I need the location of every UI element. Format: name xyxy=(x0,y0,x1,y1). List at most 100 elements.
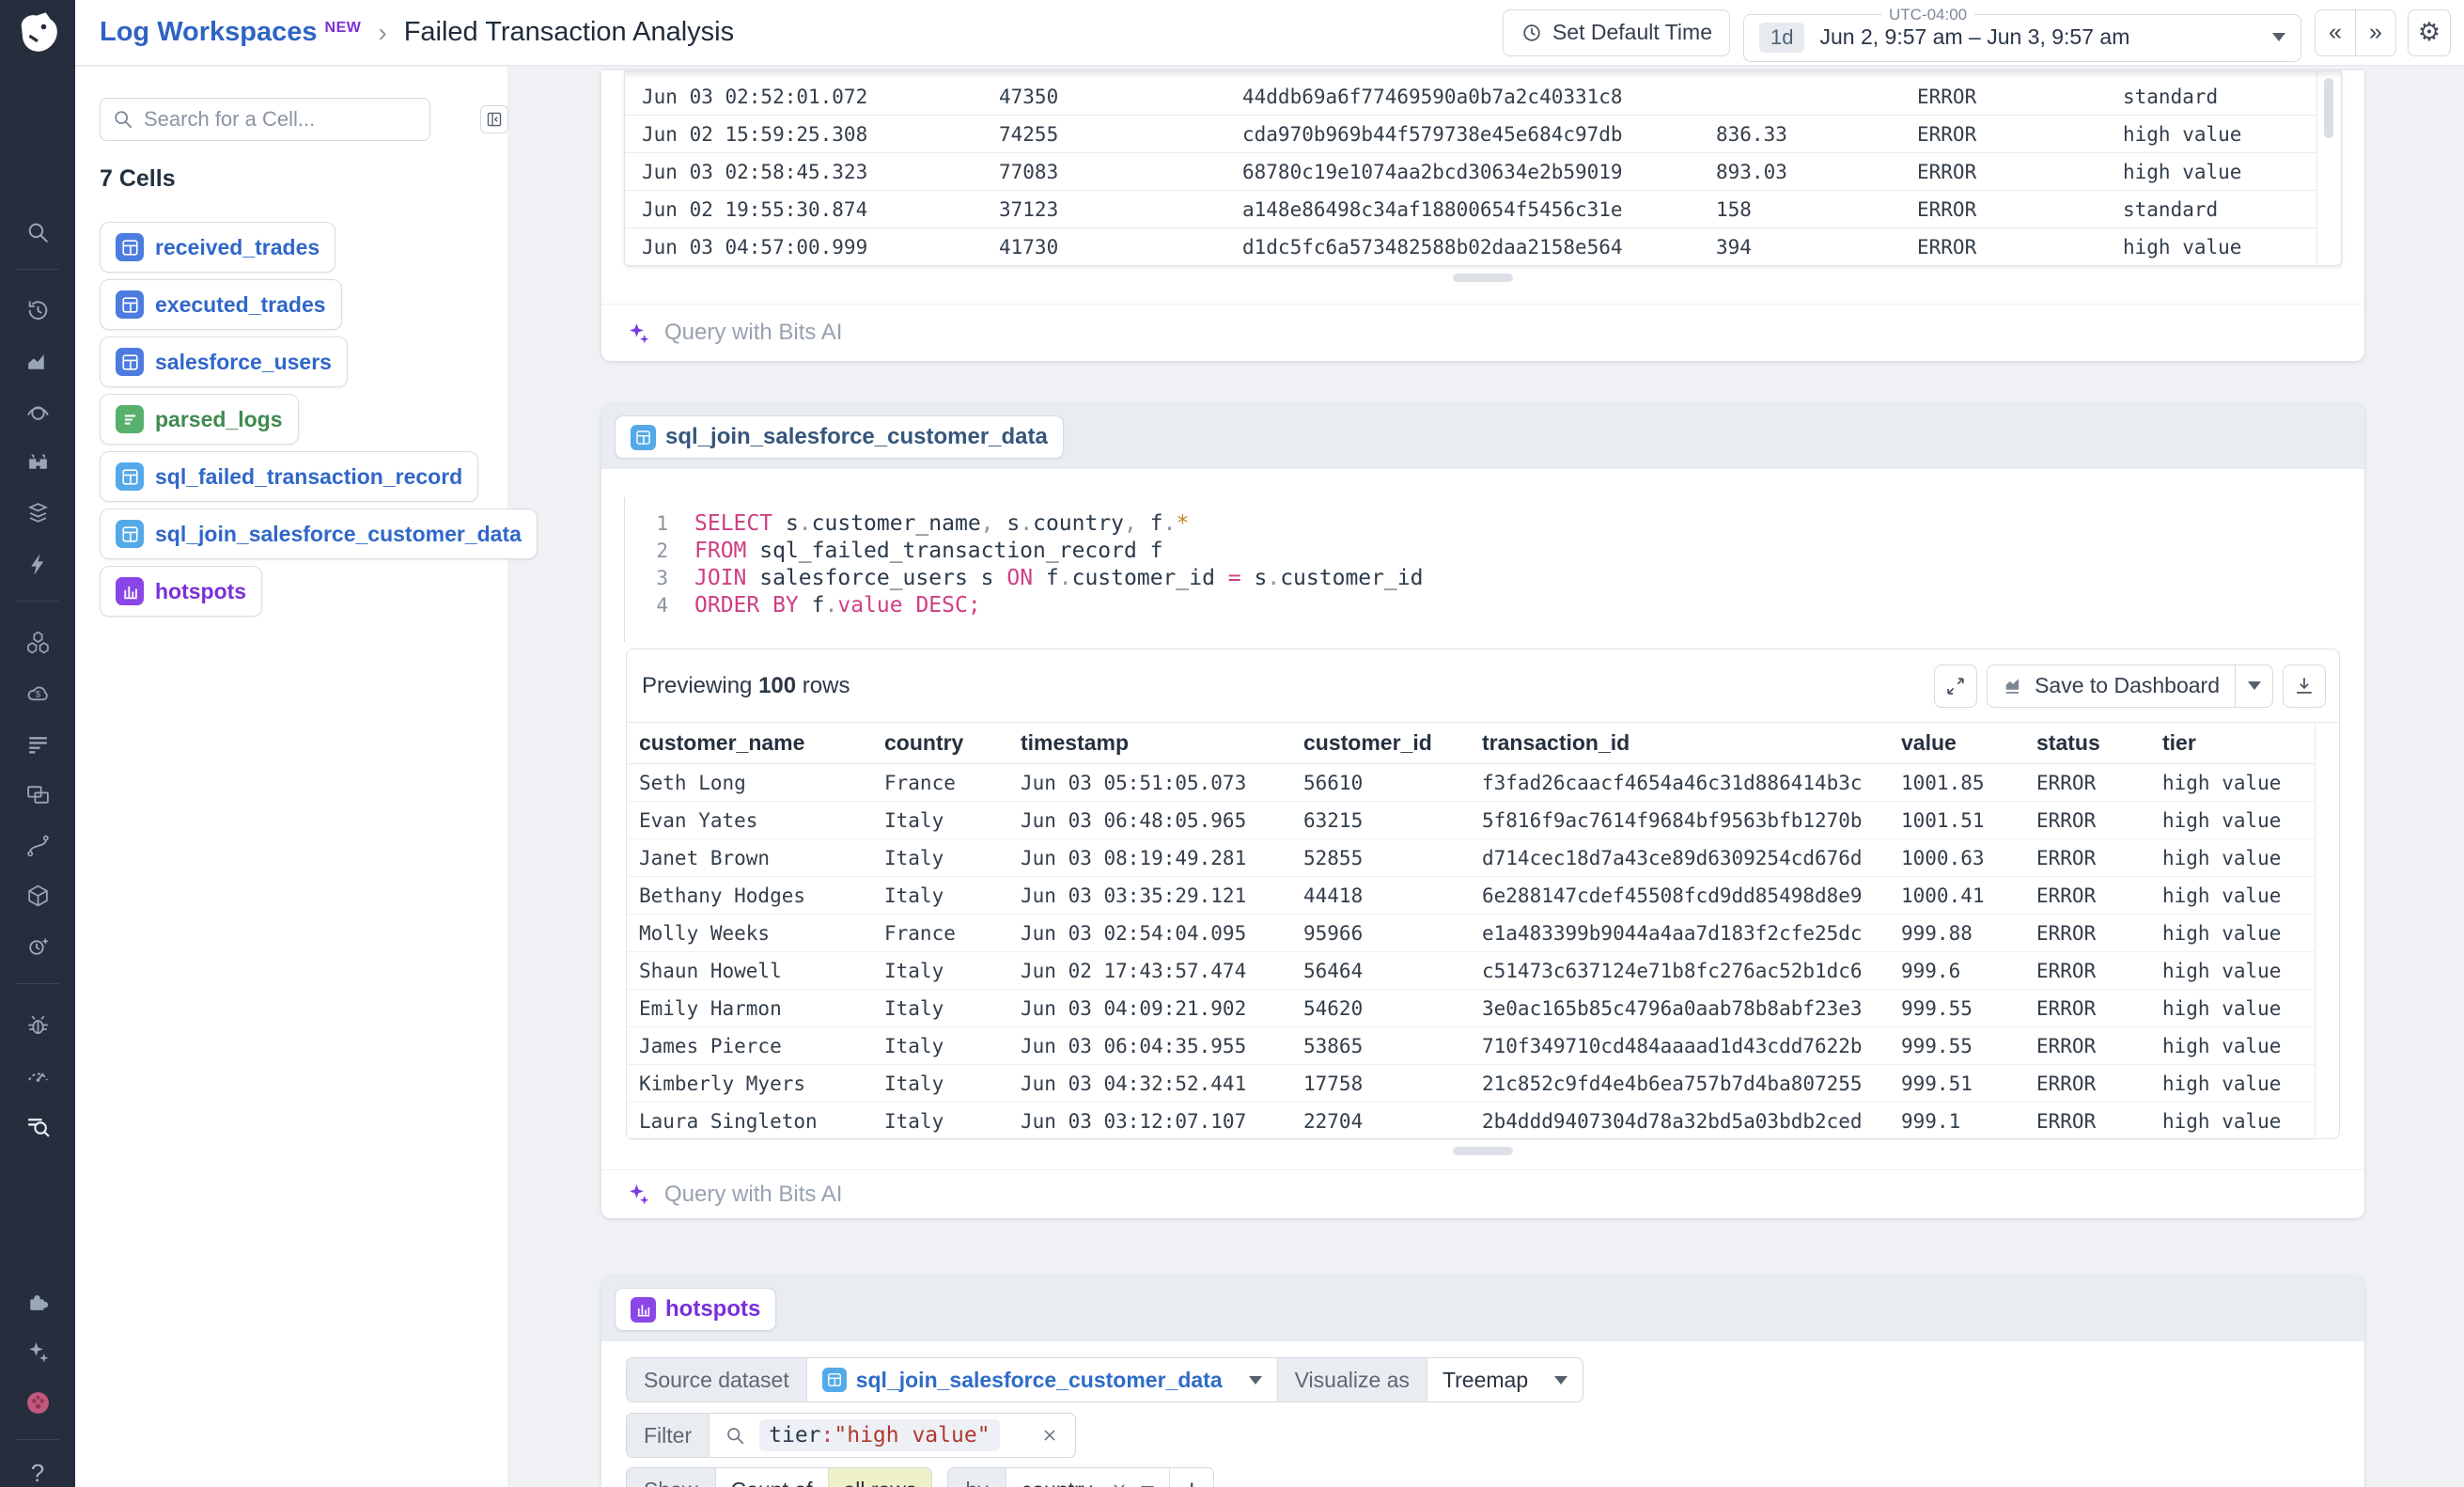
table-row[interactable]: Jun 02 19:55:30.87437123a148e86498c34af1… xyxy=(625,191,2316,228)
cell-pill-label: parsed_logs xyxy=(155,407,283,432)
security-icon[interactable] xyxy=(16,874,59,917)
pipelines-icon[interactable] xyxy=(16,823,59,867)
search-icon xyxy=(725,1425,746,1447)
bug-icon[interactable] xyxy=(16,1003,59,1046)
dashboards-icon[interactable] xyxy=(16,773,59,816)
bits-ai-prompt[interactable]: Query with Bits AI xyxy=(626,305,2340,361)
rail-divider xyxy=(16,1439,59,1440)
help-button[interactable]: ? Help xyxy=(19,1459,55,1487)
column-header-timestamp[interactable]: timestamp xyxy=(1021,730,1303,756)
scrollbar-thumb[interactable] xyxy=(2324,78,2333,138)
collapse-sidebar-button[interactable] xyxy=(480,105,508,133)
preview-scrollbar[interactable] xyxy=(2315,724,2339,1137)
table-row[interactable]: Evan YatesItalyJun 03 06:48:05.965632155… xyxy=(627,802,2315,839)
sparkles-icon xyxy=(626,321,651,346)
table-row[interactable]: Laura SingletonItalyJun 03 03:12:07.1072… xyxy=(627,1103,2315,1140)
table-row[interactable]: Emily HarmonItalyJun 03 04:09:21.9025462… xyxy=(627,990,2315,1027)
table-row[interactable]: Seth LongFranceJun 03 05:51:05.07356610f… xyxy=(627,764,2315,802)
table-row[interactable]: Kimberly MyersItalyJun 03 04:32:52.44117… xyxy=(627,1065,2315,1103)
table-resize-handle[interactable] xyxy=(1453,1147,1513,1155)
logs-icon[interactable] xyxy=(16,722,59,765)
cell-pill-executed_trades[interactable]: executed_trades xyxy=(100,279,342,330)
cell-pill-hotspots[interactable]: hotspots xyxy=(100,566,262,617)
servicemap-icon[interactable] xyxy=(16,620,59,664)
caret-down-icon xyxy=(2248,681,2261,690)
watchdog-icon[interactable] xyxy=(16,390,59,433)
table-resize-handle[interactable] xyxy=(1453,274,1513,282)
table-cell-icon xyxy=(822,1368,847,1392)
column-header-value[interactable]: value xyxy=(1901,730,2036,756)
cell-pill-received_trades[interactable]: received_trades xyxy=(100,222,335,273)
catalog-icon[interactable] xyxy=(16,492,59,535)
table-row[interactable]: James PierceItalyJun 03 06:04:35.9555386… xyxy=(627,1027,2315,1065)
logsearch-icon[interactable] xyxy=(16,1104,59,1148)
cell-tab-hotspots[interactable]: hotspots xyxy=(615,1288,776,1331)
monitors-icon[interactable] xyxy=(16,1054,59,1097)
cell-tab-label: sql_join_salesforce_customer_data xyxy=(665,424,1048,450)
cell-pill-sql_failed_transaction_record[interactable]: sql_failed_transaction_record xyxy=(100,451,478,502)
set-default-time-button[interactable]: Set Default Time xyxy=(1503,9,1730,56)
avatar-icon[interactable] xyxy=(16,1381,59,1424)
cell-pill-sql_join_salesforce_customer_data[interactable]: sql_join_salesforce_customer_data xyxy=(100,509,538,559)
save-options-caret[interactable] xyxy=(2235,665,2272,707)
table-row[interactable]: Jun 03 02:58:45.3237708368780c19e1074aa2… xyxy=(625,153,2316,191)
settings-gear-button[interactable]: ⚙ xyxy=(2408,9,2451,56)
source-visualize-control: Source dataset sql_join_salesforce_custo… xyxy=(626,1357,1583,1402)
add-group-by-button[interactable]: + xyxy=(1170,1468,1213,1487)
time-back-button[interactable]: « xyxy=(2315,9,2356,56)
visualize-as-select[interactable]: Treemap xyxy=(1427,1358,1583,1401)
preview-table-body: Seth LongFranceJun 03 05:51:05.07356610f… xyxy=(627,764,2339,1140)
cell-pill-parsed_logs[interactable]: parsed_logs xyxy=(100,394,299,445)
column-header-transaction_id[interactable]: transaction_id xyxy=(1482,730,1901,756)
all-rows-select[interactable]: all rows xyxy=(829,1468,932,1487)
download-csv-button[interactable] xyxy=(2283,665,2326,708)
sql-code-line: 3JOIN salesforce_users s ON f.customer_i… xyxy=(625,565,2364,592)
history-icon[interactable] xyxy=(16,289,59,332)
cell-search-input[interactable] xyxy=(144,107,418,132)
time-range-picker[interactable]: UTC-04:00 1d Jun 2, 9:57 am – Jun 3, 9:5… xyxy=(1743,6,2301,62)
remove-group-button[interactable] xyxy=(1109,1479,1130,1487)
cell-pill-salesforce_users[interactable]: salesforce_users xyxy=(100,337,348,387)
synthetics-icon[interactable] xyxy=(16,925,59,968)
column-header-customer_name[interactable]: customer_name xyxy=(639,730,884,756)
group-by-select[interactable]: country xyxy=(1006,1468,1170,1487)
column-header-country[interactable]: country xyxy=(884,730,1021,756)
time-forward-button[interactable]: » xyxy=(2355,9,2396,56)
bolt-icon[interactable] xyxy=(16,542,59,586)
breadcrumb-product-link[interactable]: Log Workspaces xyxy=(100,17,318,48)
puzzle-icon[interactable] xyxy=(16,1279,59,1323)
table-row[interactable]: Jun 03 02:52:01.0724735044ddb69a6f774695… xyxy=(625,78,2316,116)
clear-filter-button[interactable] xyxy=(1039,1425,1060,1446)
datadog-logo-icon[interactable] xyxy=(11,8,64,60)
table-row[interactable]: Molly WeeksFranceJun 03 02:54:04.0959596… xyxy=(627,915,2315,952)
show-measure-control: Show Count of all rows xyxy=(626,1467,932,1487)
source-dataset-select[interactable]: sql_join_salesforce_customer_data xyxy=(807,1358,1278,1401)
bitsai-icon[interactable] xyxy=(16,1330,59,1373)
table-row[interactable]: Shaun HowellItalyJun 02 17:43:57.4745646… xyxy=(627,952,2315,990)
table-row[interactable]: Janet BrownItalyJun 03 08:19:49.28152855… xyxy=(627,839,2315,877)
new-badge: NEW xyxy=(325,20,362,37)
timezone-label: UTC-04:00 xyxy=(1881,6,1974,24)
column-header-tier[interactable]: tier xyxy=(2162,730,2315,756)
table-cell-icon xyxy=(116,348,144,376)
measure-select[interactable]: Count of xyxy=(716,1468,829,1487)
cloudcost-icon[interactable] xyxy=(16,671,59,714)
bits-ai-prompt[interactable]: Query with Bits AI xyxy=(626,1170,2340,1218)
search-icon[interactable] xyxy=(16,211,59,254)
column-header-customer_id[interactable]: customer_id xyxy=(1303,730,1482,756)
save-to-dashboard-button[interactable]: Save to Dashboard xyxy=(1987,665,2273,708)
cell-tab-sql-join[interactable]: sql_join_salesforce_customer_data xyxy=(615,415,1064,459)
table-scrollbar[interactable] xyxy=(2316,70,2341,265)
breadcrumb: Log Workspaces NEW › Failed Transaction … xyxy=(100,17,1503,48)
table-row[interactable]: Jun 03 04:57:00.99941730d1dc5fc6a5734825… xyxy=(625,228,2316,266)
collapse-panel-icon xyxy=(485,110,504,129)
table-row[interactable]: Bethany HodgesItalyJun 03 03:35:29.12144… xyxy=(627,877,2315,915)
binoculars-icon[interactable] xyxy=(16,441,59,484)
filter-query-input[interactable]: tier : "high value" xyxy=(710,1414,1074,1457)
sql-editor[interactable]: 1SELECT s.customer_name, s.country, f.*2… xyxy=(624,497,2364,642)
table-row[interactable]: Jun 02 15:59:25.30874255cda970b969b44f57… xyxy=(625,116,2316,153)
metrics-icon[interactable] xyxy=(16,339,59,383)
filter-token[interactable]: tier : "high value" xyxy=(759,1419,999,1451)
expand-table-button[interactable] xyxy=(1934,665,1977,708)
column-header-status[interactable]: status xyxy=(2036,730,2162,756)
